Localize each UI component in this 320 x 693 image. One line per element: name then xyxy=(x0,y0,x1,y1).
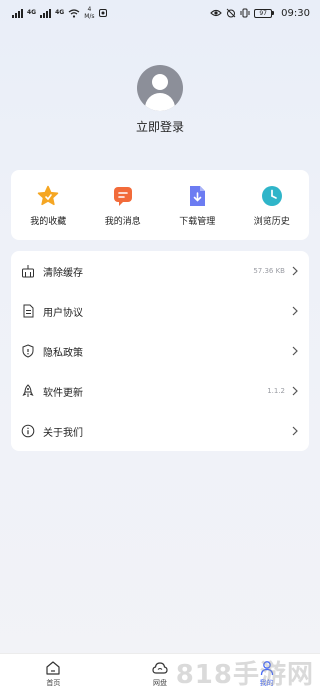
wifi-icon xyxy=(68,8,80,18)
nav-tab-home[interactable]: 首页 xyxy=(0,654,107,693)
menu-item-label: 清除缓存 xyxy=(43,267,83,279)
menu-item-software-update[interactable]: 软件更新 1.1.2 xyxy=(11,371,309,411)
menu-item-clear-cache[interactable]: 清除缓存 57.36 KB xyxy=(11,251,309,291)
download-icon xyxy=(186,185,208,207)
status-right: 97 09:30 xyxy=(210,8,310,19)
cache-size: 57.36 KB xyxy=(253,267,285,275)
nav-tab-cloud-drive[interactable]: 网盘 xyxy=(107,654,214,693)
quick-item-downloads[interactable]: 下载管理 xyxy=(160,170,235,240)
info-icon xyxy=(21,424,35,438)
chevron-right-icon xyxy=(292,346,298,356)
signal-icon-1 xyxy=(12,8,23,18)
speed-value: 4 xyxy=(87,6,92,13)
notification-icon xyxy=(98,9,107,17)
quick-item-history[interactable]: 浏览历史 xyxy=(235,170,310,240)
menu-item-label: 关于我们 xyxy=(43,427,83,439)
nav-label: 首页 xyxy=(46,678,61,687)
nav-label: 网盘 xyxy=(153,678,167,687)
nav-label: 我的 xyxy=(259,678,274,687)
nav-tab-mine[interactable]: 我的 xyxy=(213,654,320,693)
network-type-2: 4G xyxy=(55,9,65,16)
quick-actions-card: 我的收藏 我的消息 下载管理 浏览历史 xyxy=(11,170,309,240)
menu-item-about-us[interactable]: 关于我们 xyxy=(11,411,309,451)
menu-item-label: 软件更新 xyxy=(43,387,83,399)
user-icon xyxy=(260,660,273,675)
document-icon xyxy=(21,304,35,318)
chevron-right-icon xyxy=(292,426,298,436)
vibrate-icon xyxy=(240,8,250,18)
quick-item-label: 我的消息 xyxy=(104,217,141,227)
home-icon xyxy=(46,660,60,675)
menu-item-privacy-policy[interactable]: 隐私政策 xyxy=(11,331,309,371)
broom-icon xyxy=(21,264,35,278)
settings-menu: 清除缓存 57.36 KB 用户协议 隐私政策 软件更新 1.1.2 关于我们 xyxy=(11,251,309,451)
quick-item-favorites[interactable]: 我的收藏 xyxy=(11,170,86,240)
menu-item-label: 用户协议 xyxy=(43,307,83,319)
avatar[interactable] xyxy=(137,65,183,111)
quick-item-label: 我的收藏 xyxy=(30,217,67,227)
network-speed: 4 M/s xyxy=(84,6,94,20)
eye-icon xyxy=(210,9,222,17)
status-bar: 4G 4G 4 M/s 97 09:30 xyxy=(0,0,320,26)
shield-icon xyxy=(21,344,35,358)
quick-item-messages[interactable]: 我的消息 xyxy=(86,170,161,240)
clock-icon xyxy=(261,185,283,207)
chevron-right-icon xyxy=(292,266,298,276)
clock-time: 09:30 xyxy=(281,7,310,19)
chevron-right-icon xyxy=(292,386,298,396)
cloud-drive-icon xyxy=(152,661,168,674)
menu-item-label: 隐私政策 xyxy=(43,347,83,359)
app-version: 1.1.2 xyxy=(267,387,285,395)
login-link[interactable]: 立即登录 xyxy=(0,118,320,135)
quick-item-label: 下载管理 xyxy=(179,217,216,227)
status-left: 4G 4G 4 M/s xyxy=(12,6,107,20)
star-icon xyxy=(37,185,59,207)
alarm-off-icon xyxy=(226,8,236,18)
battery-level: 97 xyxy=(254,8,273,18)
menu-item-user-agreement[interactable]: 用户协议 xyxy=(11,291,309,331)
quick-item-label: 浏览历史 xyxy=(253,217,290,227)
bottom-nav: 首页 网盘 我的 xyxy=(0,653,320,693)
signal-icon-2 xyxy=(40,8,52,18)
speed-unit: M/s xyxy=(84,13,95,20)
chevron-right-icon xyxy=(292,306,298,316)
network-type-1: 4G xyxy=(27,9,37,16)
battery-icon: 97 xyxy=(254,8,275,18)
message-icon xyxy=(112,185,134,207)
rocket-icon xyxy=(21,384,35,398)
